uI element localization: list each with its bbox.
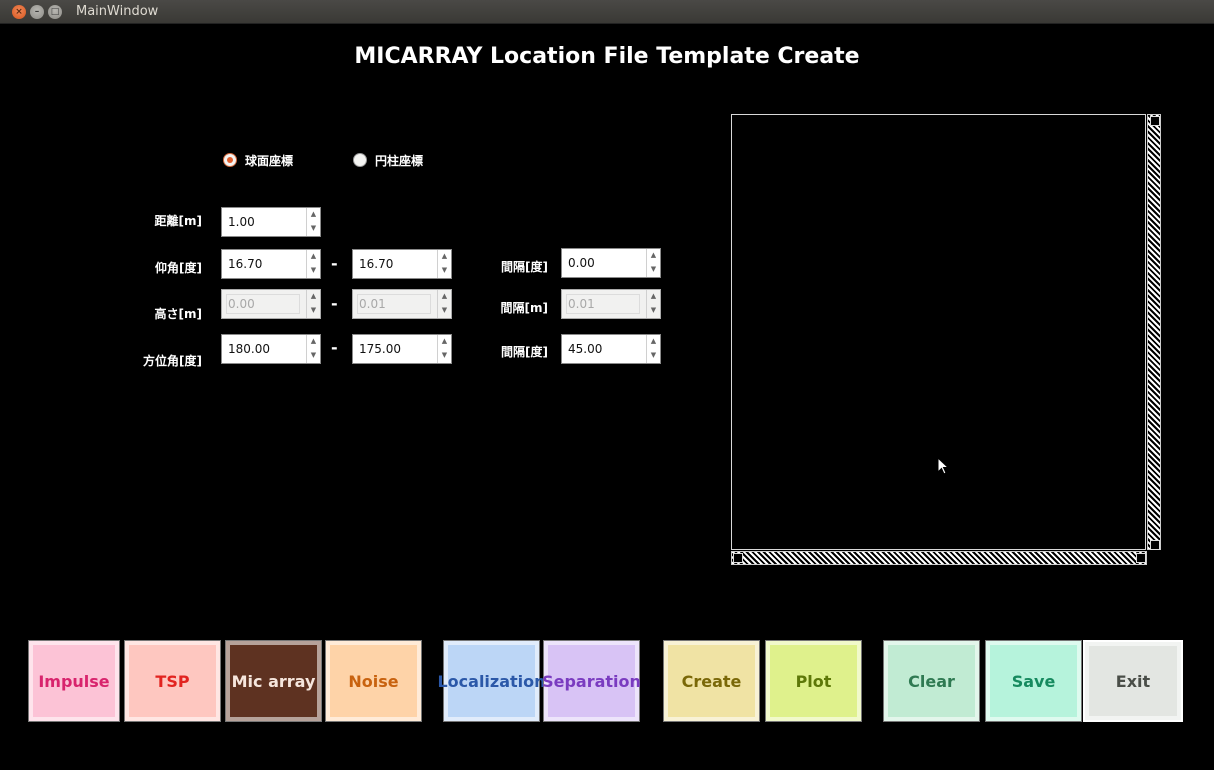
tsp-button[interactable]: TSP: [124, 640, 221, 722]
title-bar: × – □ MainWindow: [0, 0, 1214, 24]
elevation-from-value[interactable]: 16.70: [222, 250, 306, 278]
elevation-from-down-icon[interactable]: ▼: [307, 264, 320, 278]
radio-cylindrical-label: 円柱座標: [375, 153, 424, 168]
impulse-button[interactable]: Impulse: [28, 640, 120, 722]
plot-button[interactable]: Plot: [765, 640, 862, 722]
scroll-up-icon[interactable]: [1150, 116, 1160, 126]
height-step-down-icon: ▼: [650, 306, 657, 314]
maximize-window-button[interactable]: □: [48, 5, 62, 19]
elevation-to-up-icon[interactable]: ▲: [438, 250, 451, 264]
height-to-down-icon: ▼: [441, 306, 448, 314]
azimuth-to-down-icon[interactable]: ▼: [438, 349, 451, 363]
distance-label: 距離[m]: [154, 214, 202, 228]
elevation-step-down-icon[interactable]: ▼: [647, 263, 660, 277]
distance-up-icon[interactable]: ▲: [307, 208, 320, 222]
height-step-spinbox: 0.01 ▲ ▼: [561, 289, 661, 319]
distance-down-icon[interactable]: ▼: [307, 222, 320, 236]
radio-cylindrical[interactable]: 円柱座標: [353, 152, 423, 168]
localization-button[interactable]: Localization: [437, 640, 546, 722]
elevation-range-dash: -: [331, 254, 338, 273]
elevation-interval-label: 間隔[度]: [501, 260, 548, 274]
azimuth-from-up-icon[interactable]: ▲: [307, 335, 320, 349]
noise-button[interactable]: Noise: [325, 640, 422, 722]
distance-spinbox[interactable]: 1.00 ▲ ▼: [221, 207, 321, 237]
scroll-down-icon[interactable]: [1150, 540, 1160, 550]
elevation-step-value[interactable]: 0.00: [562, 249, 646, 277]
height-from-spinbox: 0.00 ▲ ▼: [221, 289, 321, 319]
azimuth-to-spinbox[interactable]: 175.00 ▲ ▼: [352, 334, 452, 364]
height-step-up-icon: ▲: [650, 292, 657, 300]
azimuth-to-up-icon[interactable]: ▲: [438, 335, 451, 349]
height-to-up-icon: ▲: [441, 292, 448, 300]
create-button[interactable]: Create: [663, 640, 760, 722]
close-window-button[interactable]: ×: [12, 5, 26, 19]
elevation-step-spinbox[interactable]: 0.00 ▲ ▼: [561, 248, 661, 278]
horizontal-scrollbar[interactable]: [731, 551, 1147, 565]
plot-canvas[interactable]: [731, 114, 1146, 550]
radio-cylindrical-indicator[interactable]: [353, 153, 367, 167]
separation-button[interactable]: Separation: [542, 640, 641, 722]
elevation-from-up-icon[interactable]: ▲: [307, 250, 320, 264]
height-interval-label: 間隔[m]: [500, 301, 548, 315]
elevation-label: 仰角[度]: [155, 261, 202, 275]
radio-spherical-indicator[interactable]: [223, 153, 237, 167]
azimuth-step-up-icon[interactable]: ▲: [647, 335, 660, 349]
distance-value[interactable]: 1.00: [222, 208, 306, 236]
elevation-step-up-icon[interactable]: ▲: [647, 249, 660, 263]
scroll-right-icon[interactable]: [1136, 553, 1146, 563]
window-title: MainWindow: [76, 4, 159, 19]
exit-button[interactable]: Exit: [1083, 640, 1183, 722]
azimuth-from-value[interactable]: 180.00: [222, 335, 306, 363]
height-label: 高さ[m]: [154, 307, 202, 321]
azimuth-range-dash: -: [331, 338, 338, 357]
elevation-to-spinbox[interactable]: 16.70 ▲ ▼: [352, 249, 452, 279]
elevation-to-down-icon[interactable]: ▼: [438, 264, 451, 278]
scroll-left-icon[interactable]: [733, 553, 743, 563]
azimuth-to-value[interactable]: 175.00: [353, 335, 437, 363]
radio-spherical[interactable]: 球面座標: [223, 152, 293, 168]
elevation-from-spinbox[interactable]: 16.70 ▲ ▼: [221, 249, 321, 279]
height-range-dash: -: [331, 294, 338, 313]
vertical-scrollbar[interactable]: [1147, 114, 1161, 550]
main-window: × – □ MainWindow MICARRAY Location File …: [0, 0, 1214, 770]
minimize-window-button[interactable]: –: [30, 5, 44, 19]
azimuth-step-down-icon[interactable]: ▼: [647, 349, 660, 363]
azimuth-label: 方位角[度]: [143, 354, 202, 368]
azimuth-step-spinbox[interactable]: 45.00 ▲ ▼: [561, 334, 661, 364]
height-to-spinbox: 0.01 ▲ ▼: [352, 289, 452, 319]
elevation-to-value[interactable]: 16.70: [353, 250, 437, 278]
clear-button[interactable]: Clear: [883, 640, 980, 722]
radio-spherical-label: 球面座標: [245, 153, 294, 168]
azimuth-from-down-icon[interactable]: ▼: [307, 349, 320, 363]
app-title: MICARRAY Location File Template Create: [354, 44, 860, 69]
height-from-up-icon: ▲: [310, 292, 317, 300]
save-button[interactable]: Save: [985, 640, 1082, 722]
height-from-down-icon: ▼: [310, 306, 317, 314]
azimuth-from-spinbox[interactable]: 180.00 ▲ ▼: [221, 334, 321, 364]
azimuth-interval-label: 間隔[度]: [501, 345, 548, 359]
micarray-button[interactable]: Mic array: [225, 640, 322, 722]
azimuth-step-value[interactable]: 45.00: [562, 335, 646, 363]
mouse-cursor-icon: [937, 457, 950, 475]
